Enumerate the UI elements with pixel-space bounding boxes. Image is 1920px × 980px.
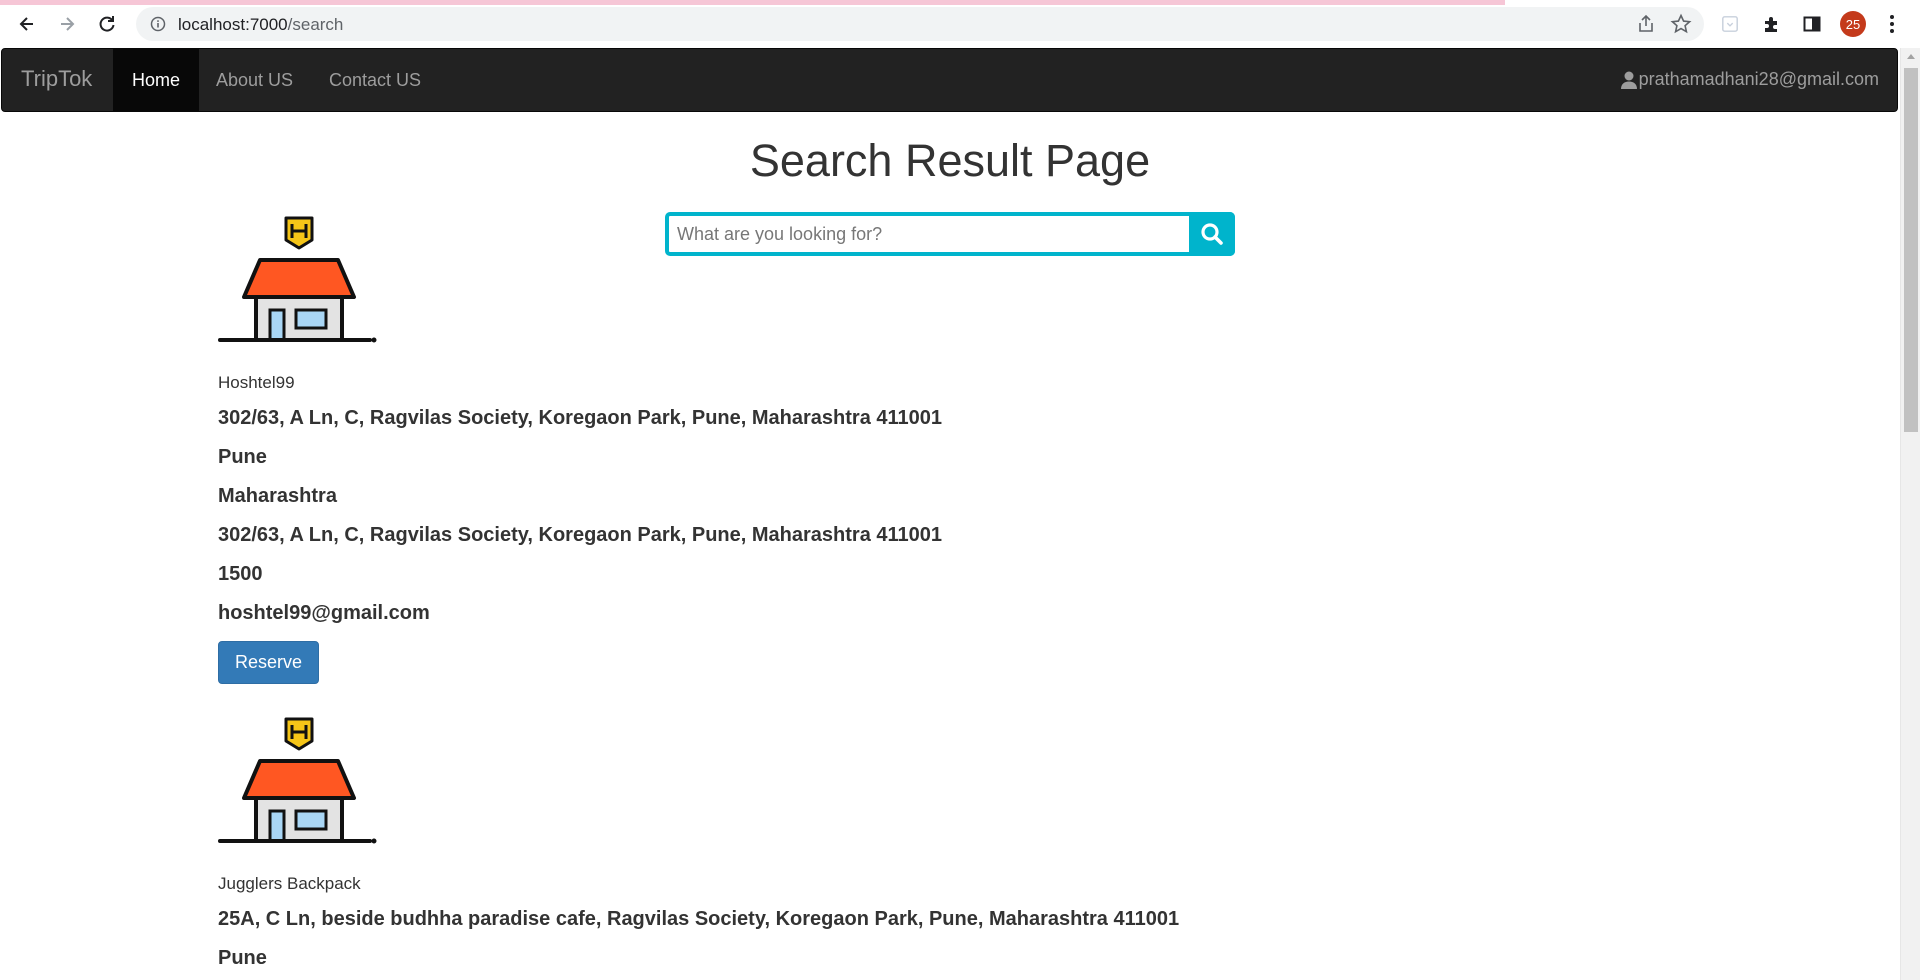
page-title: Search Result Page	[749, 135, 1151, 186]
share-icon[interactable]	[1636, 14, 1656, 34]
nav-home[interactable]: Home	[113, 49, 200, 111]
back-button[interactable]	[12, 9, 42, 39]
address-bar[interactable]: localhost:7000/search	[136, 7, 1704, 41]
forward-button[interactable]	[52, 9, 82, 39]
result-card: Jugglers Backpack 25A, C Ln, beside budh…	[218, 717, 1179, 970]
kebab-menu-icon[interactable]	[1882, 12, 1902, 36]
browser-toolbar: localhost:7000/search 25	[0, 0, 1920, 48]
search-button[interactable]	[1189, 212, 1235, 256]
reload-button[interactable]	[92, 9, 122, 39]
user-icon	[1620, 71, 1637, 89]
side-panel-icon[interactable]	[1800, 12, 1824, 36]
result-card: Hoshtel99 302/63, A Ln, C, Ragvilas Soci…	[218, 216, 942, 684]
hotel-house-icon	[218, 717, 377, 844]
puzzle-icon[interactable]	[1760, 12, 1784, 36]
page-scrollbar[interactable]	[1900, 48, 1920, 980]
hotel-city: Pune	[218, 947, 267, 969]
reload-icon	[99, 16, 115, 32]
scrollbar-thumb[interactable]	[1904, 68, 1918, 432]
url-text[interactable]: localhost:7000/search	[178, 15, 343, 35]
hotel-price: 1500	[218, 563, 263, 585]
hotel-name: Jugglers Backpack	[218, 874, 361, 893]
nav-about[interactable]: About US	[197, 49, 312, 111]
hotel-address: 25A, C Ln, beside budhha paradise cafe, …	[218, 908, 1180, 930]
hotel-house-icon	[218, 216, 377, 343]
hotel-address-2: 302/63, A Ln, C, Ragvilas Society, Koreg…	[218, 524, 943, 546]
tab-strip-edge	[0, 0, 1920, 5]
star-icon[interactable]	[1670, 13, 1692, 35]
forward-arrow-icon	[61, 17, 75, 31]
reserve-button[interactable]: Reserve	[218, 641, 320, 684]
back-arrow-icon	[19, 17, 33, 31]
user-email: prathamadhani28@gmail.com	[1638, 69, 1879, 89]
hotel-address: 302/63, A Ln, C, Ragvilas Society, Koreg…	[218, 407, 943, 429]
brand-logo[interactable]: TripTok	[21, 66, 92, 92]
hotel-state: Maharashtra	[218, 485, 337, 507]
user-account-link[interactable]: prathamadhani28@gmail.com	[1620, 69, 1879, 90]
info-icon[interactable]	[150, 16, 166, 32]
scroll-up-arrow[interactable]	[1907, 54, 1915, 59]
url-host: localhost:7000	[178, 15, 288, 34]
hotel-name: Hoshtel99	[218, 373, 295, 392]
profile-avatar[interactable]: 25	[1840, 11, 1866, 37]
url-path: /search	[287, 15, 344, 34]
search-icon	[1201, 223, 1223, 245]
hotel-email: hoshtel99@gmail.com	[218, 602, 430, 624]
site-navbar: TripTok Home About US Contact US pratham…	[1, 48, 1898, 112]
extension-icon[interactable]	[1718, 12, 1742, 36]
hotel-city: Pune	[218, 446, 267, 468]
nav-contact[interactable]: Contact US	[310, 49, 440, 111]
